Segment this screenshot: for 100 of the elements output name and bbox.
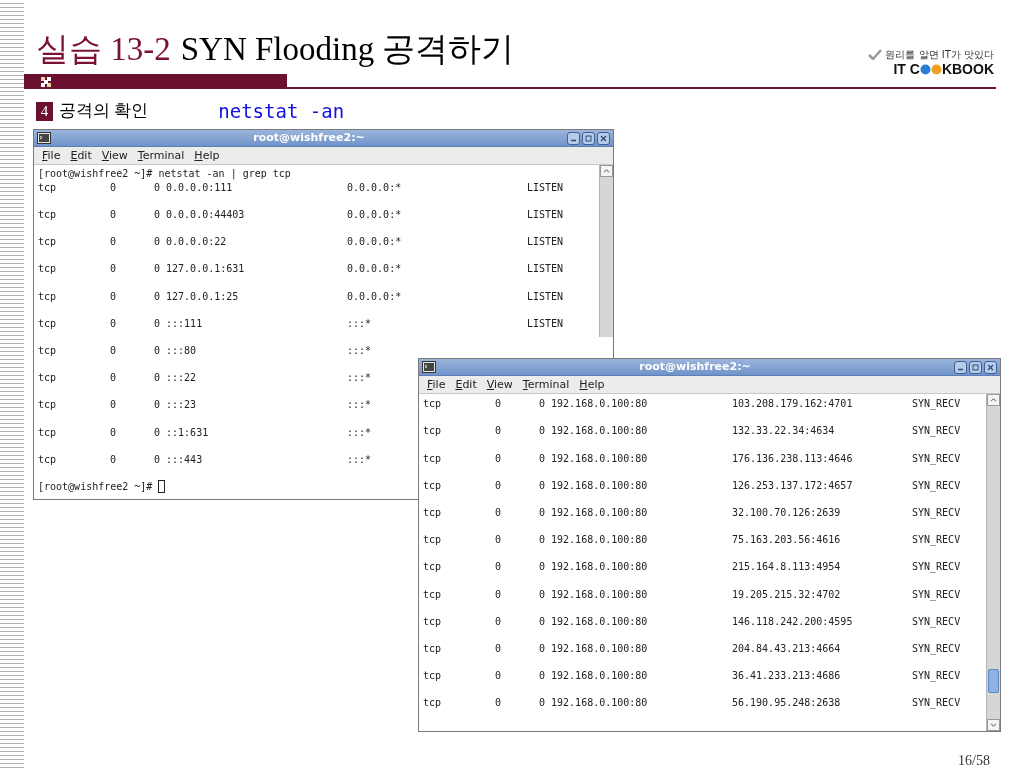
close-icon <box>600 134 607 142</box>
menu-item[interactable]: Terminal <box>522 379 570 390</box>
terminal-cell: 0 <box>110 345 117 356</box>
prompt-text: [root@wishfree2 ~]# <box>38 479 153 494</box>
terminal-cell: SYN_RECV <box>912 615 961 627</box>
menu-item[interactable]: Edit <box>70 150 92 161</box>
terminal-cell: 0 <box>110 263 117 275</box>
scroll-up-icon[interactable] <box>600 165 613 177</box>
scroll-down-icon[interactable] <box>987 719 1000 731</box>
terminal-cell: 0 ::1:631 <box>154 426 209 438</box>
logo-text: KBOOK <box>941 62 994 76</box>
terminal-cell: 0 192.168.0.100:80 <box>539 588 648 600</box>
terminal-cell: 0 192.168.0.100:80 <box>539 507 648 519</box>
terminal-cell: tcp <box>423 670 442 682</box>
terminal-cell: :::* <box>347 399 372 411</box>
terminal-cell: SYN_RECV <box>912 398 961 410</box>
terminal-cell: LISTEN <box>527 290 564 302</box>
terminal-cell: 0 <box>110 317 117 329</box>
maximize-icon <box>972 363 979 371</box>
terminal-cell: SYN_RECV <box>912 670 961 682</box>
terminal-cell: :::* <box>347 426 372 438</box>
terminal-cell: tcp <box>38 236 57 248</box>
menu-item[interactable]: File <box>427 379 446 390</box>
terminal-cell: SYN_RECV <box>912 479 961 491</box>
terminal-cell: SYN_RECV <box>912 534 961 546</box>
maximize-button[interactable] <box>969 360 982 374</box>
terminal-cell: 0 127.0.0.1:631 <box>154 263 245 275</box>
prompt-text: [root@wishfree2 ~]# netstat -an | grep tcp <box>38 167 291 182</box>
scroll-thumb[interactable] <box>988 669 999 693</box>
terminal-cell: SYN_RECV <box>912 452 961 464</box>
terminal-cell: tcp <box>423 588 442 600</box>
minimize-button[interactable] <box>567 131 580 145</box>
terminal-cell: tcp <box>38 181 57 193</box>
terminal-cell: 0 <box>495 479 502 491</box>
window-title: root@wishfree2:~ <box>638 358 752 375</box>
terminal-cell: 0 <box>495 643 502 654</box>
terminal-cell: tcp <box>38 426 57 438</box>
menu-item[interactable]: File <box>42 150 61 161</box>
terminal-cell: 0 192.168.0.100:80 <box>539 615 648 627</box>
page-number: 16/58 <box>958 753 990 768</box>
terminal-cell: 0 <box>495 588 502 600</box>
menu-item[interactable]: View <box>101 150 128 161</box>
terminal-cell: 0 <box>495 561 502 573</box>
terminal-cell: 0 <box>495 398 502 410</box>
terminal-cell: LISTEN <box>527 263 564 275</box>
scroll-up-icon[interactable] <box>987 394 1000 406</box>
terminal-cell: 19.205.215.32:4702 <box>732 588 841 600</box>
step-number: 4 <box>36 101 53 121</box>
terminal-cell: :::* <box>347 453 372 465</box>
terminal-cell: 0 <box>110 399 117 411</box>
terminal-cell: tcp <box>423 697 442 709</box>
scrollbar[interactable] <box>599 165 613 337</box>
terminal-cell: 204.84.43.213:4664 <box>732 643 841 654</box>
terminal-cell: tcp <box>38 209 57 221</box>
checker-icon <box>41 76 51 87</box>
terminal-cell: 132.33.22.34:4634 <box>732 425 835 437</box>
terminal-cell: SYN_RECV <box>912 643 961 654</box>
terminal-cell: tcp <box>38 453 57 465</box>
terminal-cell: 0 192.168.0.100:80 <box>539 479 648 491</box>
terminal-cell: 0 192.168.0.100:80 <box>539 452 648 464</box>
menu-item[interactable]: Help <box>194 150 220 161</box>
terminal-icon <box>37 132 51 144</box>
maximize-button[interactable] <box>582 131 595 145</box>
terminal-cell: 0 :::23 <box>154 399 197 411</box>
terminal-cell: 0 192.168.0.100:80 <box>539 670 648 682</box>
terminal-icon <box>422 361 436 373</box>
menu-item[interactable]: Edit <box>455 379 477 390</box>
terminal-cell: tcp <box>423 452 442 464</box>
terminal-cell: 0.0.0.0:* <box>347 263 402 275</box>
menu-item[interactable]: Terminal <box>137 150 185 161</box>
slide-title: SYN Flooding 공격하기 <box>180 33 515 66</box>
terminal-cell: 0 <box>110 236 117 248</box>
terminal-cell: 0.0.0.0:* <box>347 181 402 193</box>
menu-item[interactable]: View <box>486 379 513 390</box>
terminal-cell: 126.253.137.172:4657 <box>732 479 853 491</box>
terminal-cell: SYN_RECV <box>912 697 961 709</box>
terminal-cell: 215.164.8.113:4954 <box>732 561 841 573</box>
close-button[interactable] <box>984 360 997 374</box>
close-icon <box>987 363 994 371</box>
minimize-button[interactable] <box>954 360 967 374</box>
menu-item[interactable]: Help <box>579 379 605 390</box>
terminal-cell: tcp <box>423 425 442 437</box>
maximize-icon <box>585 134 592 142</box>
terminal-cell: tcp <box>423 507 442 519</box>
terminal-cell: tcp <box>423 643 442 654</box>
terminal-cell: 0 127.0.0.1:25 <box>154 290 239 302</box>
terminal-cell: 0 192.168.0.100:80 <box>539 643 648 654</box>
terminal-cell: 0 0.0.0.0:22 <box>154 236 227 248</box>
terminal-cell: SYN_RECV <box>912 561 961 573</box>
terminal-cell: LISTEN <box>527 209 564 221</box>
terminal-cell: 0 <box>110 426 117 438</box>
terminal-cell: 36.41.233.213:4686 <box>732 670 841 682</box>
close-button[interactable] <box>597 131 610 145</box>
terminal-cell: 0 192.168.0.100:80 <box>539 425 648 437</box>
terminal-cell: 0 <box>110 181 117 193</box>
terminal-cell: tcp <box>38 399 57 411</box>
terminal-cell: SYN_RECV <box>912 507 961 519</box>
scrollbar[interactable] <box>986 394 1000 731</box>
terminal-cell: 75.163.203.56:4616 <box>732 534 841 546</box>
terminal-cell: 0 <box>110 453 117 465</box>
